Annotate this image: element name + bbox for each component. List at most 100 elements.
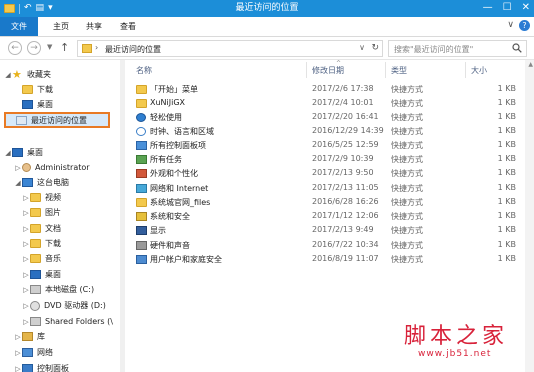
nav-item-desktop-root[interactable]: ◢ 桌面: [4, 146, 43, 159]
up-button[interactable]: ↑: [60, 41, 69, 54]
file-row[interactable]: 用户帐户和家庭安全 2016/8/19 11:07 快捷方式 1 KB: [126, 253, 534, 266]
nav-item-desktop[interactable]: 桌面: [14, 98, 53, 111]
maximize-button[interactable]: ☐: [503, 1, 512, 15]
column-header-name[interactable]: 名称: [136, 65, 152, 76]
breadcrumb-chevron-icon[interactable]: ›: [95, 43, 98, 52]
expand-arrow-icon[interactable]: ▷: [22, 271, 30, 279]
folder-icon: [30, 193, 41, 202]
nav-item-control-panel[interactable]: ▷ 控制面板: [14, 362, 69, 372]
expand-arrow-icon[interactable]: ▷: [14, 164, 22, 172]
collapse-arrow-icon[interactable]: ◢: [4, 149, 12, 157]
column-header-date[interactable]: 修改日期: [312, 65, 344, 76]
nav-item-this-pc[interactable]: ◢ 这台电脑: [14, 176, 69, 189]
expand-arrow-icon[interactable]: ▷: [22, 255, 30, 263]
address-dropdown-icon[interactable]: ∨: [359, 43, 365, 52]
recent-locations-dropdown-icon[interactable]: ▼: [47, 43, 52, 51]
file-size: 1 KB: [497, 168, 516, 177]
file-size: 1 KB: [497, 183, 516, 192]
window-controls: — ☐ ✕: [483, 1, 530, 15]
recent-places-icon: [16, 115, 27, 125]
file-size: 1 KB: [497, 211, 516, 220]
nav-item-videos[interactable]: ▷ 视频: [22, 191, 61, 204]
file-size: 1 KB: [497, 197, 516, 206]
address-field[interactable]: › 最近访问的位置 ∨ ↻: [77, 40, 383, 57]
folder-icon: [30, 224, 41, 233]
nav-item-label: 音乐: [45, 254, 61, 263]
file-row[interactable]: 所有任务 2017/2/9 10:39 快捷方式 1 KB: [126, 153, 534, 166]
file-row[interactable]: 显示 2017/2/13 9:49 快捷方式 1 KB: [126, 224, 534, 237]
forward-button[interactable]: →: [27, 41, 41, 55]
nav-item-desktop-pc[interactable]: ▷ 桌面: [22, 268, 61, 281]
expand-arrow-icon[interactable]: ▷: [14, 333, 22, 341]
expand-arrow-icon[interactable]: ▷: [14, 349, 22, 357]
navigation-scrollbar[interactable]: [120, 60, 125, 372]
help-icon[interactable]: ?: [519, 20, 530, 31]
file-type: 快捷方式: [391, 255, 423, 264]
back-button[interactable]: ←: [8, 41, 22, 55]
file-row[interactable]: 外观和个性化 2017/2/13 9:50 快捷方式 1 KB: [126, 167, 534, 180]
file-name: 用户帐户和家庭安全: [150, 255, 222, 264]
scroll-up-icon[interactable]: ▲: [528, 61, 533, 68]
refresh-icon[interactable]: ↻: [371, 43, 379, 53]
nav-item-music[interactable]: ▷ 音乐: [22, 252, 61, 265]
collapse-arrow-icon[interactable]: ◢: [4, 71, 12, 79]
nav-item-libraries[interactable]: ▷ 库: [14, 330, 45, 343]
file-date: 2017/2/13 9:50: [312, 168, 374, 177]
nav-item-administrator[interactable]: ▷ Administrator: [14, 161, 90, 174]
nav-item-label: 网络: [37, 348, 53, 357]
nav-item-network[interactable]: ▷ 网络: [14, 346, 53, 359]
file-name: 外观和个性化: [150, 169, 198, 178]
file-row[interactable]: 「开始」菜单 2017/2/6 17:38 快捷方式 1 KB: [126, 83, 534, 96]
nav-item-label: 桌面: [37, 100, 53, 109]
expand-ribbon-icon[interactable]: ∨: [507, 20, 514, 31]
file-row[interactable]: XuNiJiGX 2017/2/4 10:01 快捷方式 1 KB: [126, 97, 534, 110]
file-row[interactable]: 时钟、语言和区域 2016/12/29 14:39 快捷方式 1 KB: [126, 125, 534, 138]
nav-item-downloads[interactable]: 下载: [14, 83, 53, 96]
file-row[interactable]: 网络和 Internet 2017/2/13 11:05 快捷方式 1 KB: [126, 182, 534, 195]
collapse-arrow-icon[interactable]: ◢: [14, 179, 22, 187]
nav-item-downloads-pc[interactable]: ▷ 下载: [22, 237, 61, 250]
file-type: 快捷方式: [391, 212, 423, 221]
expand-arrow-icon[interactable]: ▷: [22, 302, 30, 310]
nav-item-shared-folders[interactable]: ▷ Shared Folders (\: [22, 315, 113, 328]
nav-item-documents[interactable]: ▷ 文档: [22, 222, 61, 235]
nav-item-local-disk-c[interactable]: ▷ 本地磁盘 (C:): [22, 283, 94, 296]
expand-arrow-icon[interactable]: ▷: [22, 194, 30, 202]
nav-item-label: 最近访问的位置: [31, 115, 87, 125]
breadcrumb[interactable]: 最近访问的位置: [105, 44, 161, 55]
expand-arrow-icon[interactable]: ▷: [22, 209, 30, 217]
file-type: 快捷方式: [391, 85, 423, 94]
column-header-size[interactable]: 大小: [471, 65, 487, 76]
file-size: 1 KB: [497, 98, 516, 107]
nav-item-recent-places[interactable]: 最近访问的位置: [4, 112, 110, 128]
expand-arrow-icon[interactable]: ▷: [22, 286, 30, 294]
expand-arrow-icon[interactable]: ▷: [22, 225, 30, 233]
column-divider[interactable]: [385, 62, 386, 78]
file-row[interactable]: 系统和安全 2017/1/12 12:06 快捷方式 1 KB: [126, 210, 534, 223]
file-name: 系统和安全: [150, 212, 190, 221]
nav-item-favorites[interactable]: ◢ ★ 收藏夹: [4, 68, 51, 81]
title-bar: ↶ ▤ ▾ 最近访问的位置 — ☐ ✕: [0, 0, 534, 17]
tab-home[interactable]: 主页: [47, 17, 75, 36]
nav-item-pictures[interactable]: ▷ 图片: [22, 206, 61, 219]
column-divider[interactable]: [306, 62, 307, 78]
content-scrollbar[interactable]: ▲: [525, 60, 534, 372]
expand-arrow-icon[interactable]: ▷: [22, 240, 30, 248]
network-icon: [22, 348, 33, 357]
nav-item-dvd-drive[interactable]: ▷ DVD 驱动器 (D:): [22, 299, 106, 312]
tab-file[interactable]: 文件: [0, 17, 38, 36]
file-row[interactable]: 轻松使用 2017/2/20 16:41 快捷方式 1 KB: [126, 111, 534, 124]
minimize-button[interactable]: —: [483, 1, 493, 15]
column-divider[interactable]: [465, 62, 466, 78]
file-row[interactable]: 硬件和声音 2016/7/22 10:34 快捷方式 1 KB: [126, 239, 534, 252]
expand-arrow-icon[interactable]: ▷: [14, 365, 22, 372]
file-row[interactable]: 系统城官网_files 2016/6/28 16:26 快捷方式 1 KB: [126, 196, 534, 209]
close-button[interactable]: ✕: [522, 1, 530, 15]
tab-share[interactable]: 共享: [80, 17, 108, 36]
search-input[interactable]: 搜索"最近访问的位置": [388, 40, 527, 57]
column-header-type[interactable]: 类型: [391, 65, 407, 76]
file-row[interactable]: 所有控制面板项 2016/5/25 12:59 快捷方式 1 KB: [126, 139, 534, 152]
tab-view[interactable]: 查看: [114, 17, 142, 36]
folder-icon: [136, 99, 147, 108]
expand-arrow-icon[interactable]: ▷: [22, 318, 30, 326]
